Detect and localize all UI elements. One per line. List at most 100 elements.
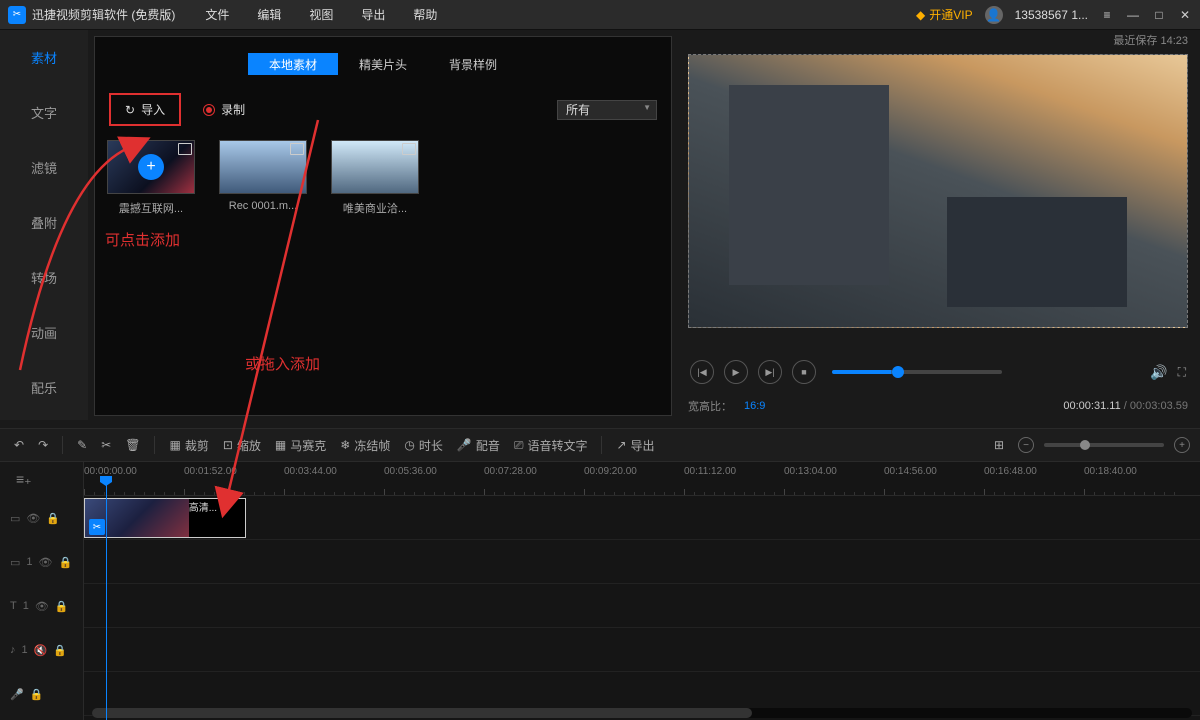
nav-transition[interactable]: 转场 — [0, 250, 88, 305]
timeline-body[interactable]: 00:00:00.0000:01:52.0000:03:44.0000:05:3… — [84, 462, 1200, 720]
tab-local[interactable]: 本地素材 — [248, 53, 338, 75]
prev-frame-button[interactable]: |◀ — [690, 360, 714, 384]
duration-button[interactable]: ◷时长 — [400, 435, 447, 456]
ruler-tick: 00:00:00.00 — [84, 466, 137, 477]
asset-tabs: 本地素材 精美片头 背景样例 — [95, 37, 671, 75]
vip-button[interactable]: ◆ 开通VIP — [916, 6, 973, 23]
track-overlay[interactable] — [84, 540, 1200, 584]
menu-view[interactable]: 视图 — [309, 6, 333, 23]
nav-animation[interactable]: 动画 — [0, 305, 88, 360]
fullscreen-icon[interactable]: ⛶ — [1178, 365, 1186, 380]
avatar-icon: 👤 — [985, 6, 1003, 24]
maximize-button[interactable]: □ — [1152, 8, 1166, 22]
nav-overlay[interactable]: 叠附 — [0, 195, 88, 250]
import-icon: ↻ — [125, 103, 135, 117]
undo-button[interactable]: ↶ — [10, 436, 28, 454]
annotation-drag: 或拖入添加 — [245, 353, 320, 374]
nav-music[interactable]: 配乐 — [0, 360, 88, 415]
zoom-button[interactable]: ⊡缩放 — [219, 435, 265, 456]
ruler-tick: 00:13:04.00 — [784, 466, 837, 477]
timeline-track-headers: ≡₊ ▭👁🔒 ▭1👁🔒 T1👁🔒 ♪1🔇🔒 🎤🔒 — [0, 462, 84, 720]
track-header-text[interactable]: T1👁🔒 — [0, 584, 83, 628]
add-icon[interactable]: + — [138, 154, 164, 180]
ruler-tick: 00:07:28.00 — [484, 466, 537, 477]
aspect-value[interactable]: 16:9 — [744, 400, 765, 412]
zoom-out-button[interactable]: − — [1018, 437, 1034, 453]
play-button[interactable]: ▶ — [724, 360, 748, 384]
asset-thumb[interactable]: 唯美商业洽... — [331, 140, 419, 216]
diamond-icon: ◆ — [916, 8, 925, 22]
asset-thumb[interactable]: Rec 0001.m... — [219, 140, 307, 216]
track-header-overlay[interactable]: ▭1👁🔒 — [0, 540, 83, 584]
timeline: ≡₊ ▭👁🔒 ▭1👁🔒 T1👁🔒 ♪1🔇🔒 🎤🔒 00:00:00.0000:0… — [0, 462, 1200, 720]
preview-meta: 宽高比： 16:9 00:00:31.11 / 00:03:03.59 — [688, 398, 1188, 414]
track-text[interactable] — [84, 584, 1200, 628]
record-icon — [203, 104, 215, 116]
audio-track-icon: ♪ — [10, 644, 16, 656]
asset-thumb[interactable]: + 震撼互联网... — [107, 140, 195, 216]
filter-select[interactable]: 所有 — [557, 100, 657, 120]
time-current: 00:00:31.11 — [1063, 400, 1120, 412]
edit-icon[interactable]: ✎ — [73, 436, 91, 454]
stop-button[interactable]: ■ — [792, 360, 816, 384]
mic-track-icon: 🎤 — [10, 688, 24, 701]
export-button[interactable]: ↗导出 — [612, 435, 658, 456]
close-button[interactable]: ✕ — [1178, 8, 1192, 22]
track-video[interactable]: ▶震撼互联网科技视频高清... — [84, 496, 1200, 540]
mosaic-button[interactable]: ▦马赛克 — [271, 435, 330, 456]
add-track-button[interactable]: ≡₊ — [0, 462, 83, 496]
menu-file[interactable]: 文件 — [205, 6, 229, 23]
crop-button[interactable]: ▦裁剪 — [165, 435, 212, 456]
menu-export[interactable]: 导出 — [361, 6, 385, 23]
ruler-tick: 00:03:44.00 — [284, 466, 337, 477]
app-title: 迅捷视频剪辑软件 (免费版) — [32, 6, 175, 23]
user-name[interactable]: 13538567 1... — [1015, 8, 1088, 22]
redo-button[interactable]: ↷ — [34, 436, 52, 454]
tab-intro[interactable]: 精美片头 — [338, 53, 428, 75]
track-audio[interactable] — [84, 628, 1200, 672]
assets-panel: 本地素材 精美片头 背景样例 ↻ 导入 录制 所有 + 震撼互联网... Rec… — [94, 36, 672, 416]
nav-filter[interactable]: 滤镜 — [0, 140, 88, 195]
app-logo: ✂ — [8, 6, 26, 24]
record-button[interactable]: 录制 — [203, 101, 245, 118]
preview-viewport[interactable] — [688, 54, 1188, 328]
ruler-tick: 00:16:48.00 — [984, 466, 1037, 477]
tab-bg[interactable]: 背景样例 — [428, 53, 518, 75]
titlebar: ✂ 迅捷视频剪辑软件 (免费版) 文件 编辑 视图 导出 帮助 ◆ 开通VIP … — [0, 0, 1200, 30]
preview-seek-slider[interactable] — [832, 370, 1002, 374]
menu-edit[interactable]: 编辑 — [257, 6, 281, 23]
minimize-button[interactable]: — — [1126, 8, 1140, 22]
ruler-tick: 00:09:20.00 — [584, 466, 637, 477]
track-header-video[interactable]: ▭👁🔒 — [0, 496, 83, 540]
fit-icon[interactable]: ⊞ — [990, 436, 1008, 454]
ruler-tick: 00:14:56.00 — [884, 466, 937, 477]
time-total: 00:03:03.59 — [1130, 400, 1188, 412]
playhead[interactable] — [106, 484, 107, 720]
speech2text-button[interactable]: ⎚语音转文字 — [510, 435, 592, 456]
timeline-scrollbar[interactable] — [92, 708, 1192, 718]
voiceover-button[interactable]: 🎤配音 — [453, 435, 504, 456]
next-frame-button[interactable]: ▶| — [758, 360, 782, 384]
cut-icon[interactable]: ✂ — [97, 436, 115, 454]
annotation-click: 可点击添加 — [105, 229, 180, 250]
track-header-audio[interactable]: ♪1🔇🔒 — [0, 628, 83, 672]
side-nav: 素材 文字 滤镜 叠附 转场 动画 配乐 — [0, 30, 88, 420]
freeze-button[interactable]: ❄冻结帧 — [336, 435, 394, 456]
delete-icon[interactable]: 🗑 — [121, 436, 144, 454]
text-track-icon: T — [10, 600, 17, 612]
menu-help[interactable]: 帮助 — [413, 6, 437, 23]
zoom-in-button[interactable]: + — [1174, 437, 1190, 453]
video-track-icon: ▭ — [10, 512, 20, 525]
video-clip[interactable]: ▶震撼互联网科技视频高清... — [84, 498, 246, 538]
import-button[interactable]: ↻ 导入 — [109, 93, 181, 126]
ruler-tick: 00:05:36.00 — [384, 466, 437, 477]
track-header-voice[interactable]: 🎤🔒 — [0, 672, 83, 716]
menu-icon[interactable]: ≡ — [1100, 8, 1114, 22]
zoom-slider[interactable] — [1044, 443, 1164, 447]
preview-controls: |◀ ▶ ▶| ■ 🔊 ⛶ — [688, 352, 1188, 392]
timeline-ruler[interactable]: 00:00:00.0000:01:52.0000:03:44.0000:05:3… — [84, 462, 1200, 496]
nav-assets[interactable]: 素材 — [0, 30, 88, 85]
volume-icon[interactable]: 🔊 — [1150, 364, 1167, 381]
nav-text[interactable]: 文字 — [0, 85, 88, 140]
overlay-track-icon: ▭ — [10, 556, 20, 569]
